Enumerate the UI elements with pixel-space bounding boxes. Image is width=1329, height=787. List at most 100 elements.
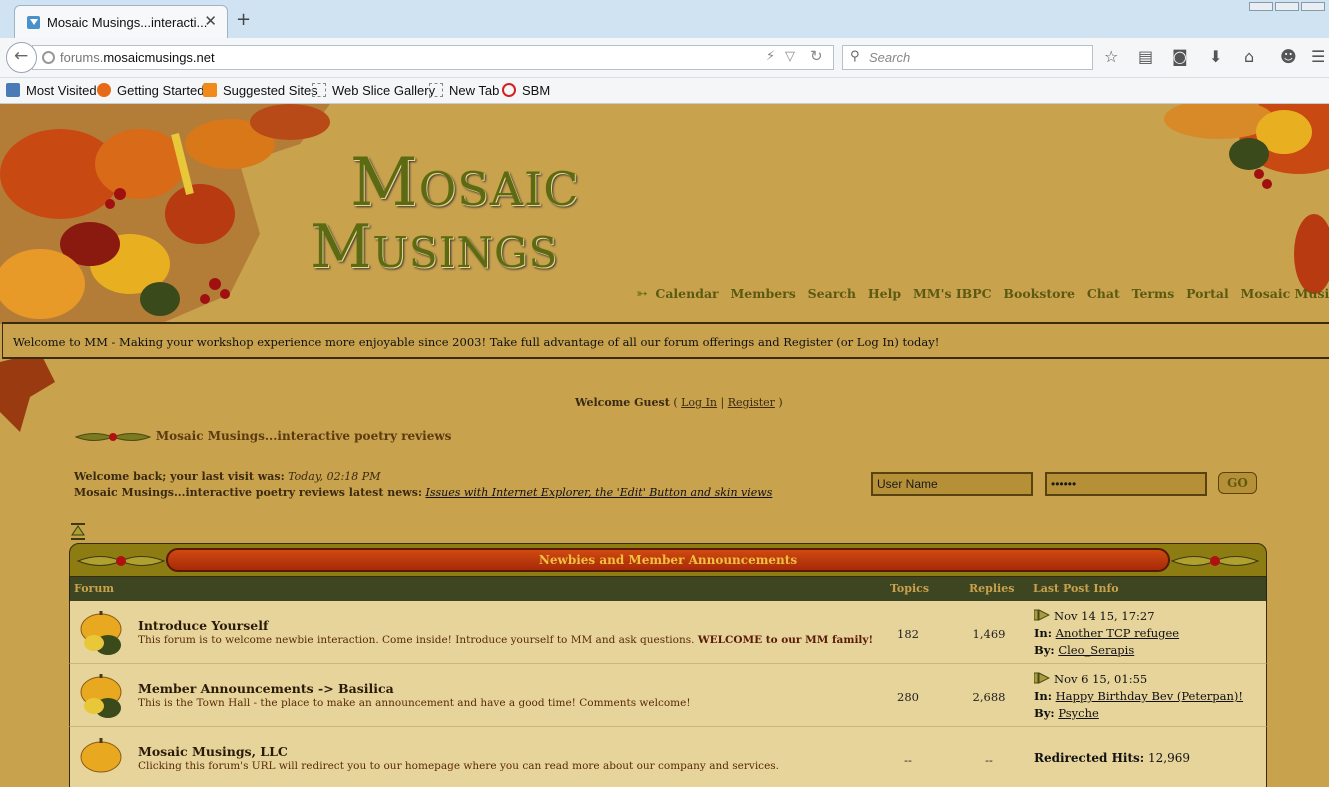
topics-count: 280 — [897, 690, 919, 704]
column-replies: Replies — [969, 582, 1015, 595]
bookmark-sbm[interactable]: SBM — [502, 83, 550, 98]
password-input[interactable]: •••••• — [1045, 472, 1207, 496]
pumpkin-forum-icon — [80, 611, 122, 655]
new-tab-button[interactable]: + — [236, 9, 251, 30]
site-favicon-icon — [27, 16, 40, 29]
forum-title[interactable]: Mosaic Musings, LLC — [138, 744, 288, 759]
last-post-author-link[interactable]: Cleo_Serapis — [1058, 643, 1134, 657]
menu-icon[interactable]: ☰ — [1311, 47, 1325, 66]
nav-search[interactable]: Search — [808, 286, 856, 301]
back-button[interactable] — [6, 42, 37, 73]
bookmark-star-icon[interactable]: ☆ — [1104, 47, 1118, 66]
tab-close-icon[interactable]: ✕ — [204, 12, 217, 30]
firefox-icon — [97, 83, 111, 97]
reload-icon[interactable]: ↻ — [810, 47, 823, 65]
nav-members[interactable]: Members — [730, 286, 795, 301]
guest-welcome: Welcome Guest ( Log In | Register ) — [575, 396, 783, 409]
lightning-icon[interactable]: ⚡ — [766, 49, 775, 64]
replies-count: 2,688 — [972, 690, 1006, 704]
forum-description: This is the Town Hall - the place to mak… — [138, 697, 691, 709]
forum-description: Clicking this forum's URL will redirect … — [138, 760, 780, 772]
forum-description: This forum is to welcome newbie interact… — [138, 634, 874, 646]
replies-count: -- — [985, 753, 993, 767]
new-tab-icon — [429, 83, 443, 97]
minimize-button[interactable] — [1249, 2, 1273, 11]
bookmark-new-tab[interactable]: New Tab — [429, 83, 499, 98]
login-link[interactable]: Log In — [681, 396, 717, 409]
sbm-icon — [502, 83, 516, 97]
login-go-button[interactable]: GO — [1218, 472, 1257, 494]
category-header: Newbies and Member Announcements — [69, 543, 1267, 577]
category-title-bar[interactable]: Newbies and Member Announcements — [166, 548, 1170, 572]
most-visited-icon — [6, 83, 20, 97]
register-link[interactable]: Register — [728, 396, 775, 409]
replies-count: 1,469 — [972, 627, 1006, 641]
search-placeholder: Search — [869, 50, 911, 65]
username-input[interactable]: User Name — [871, 472, 1033, 496]
collapse-toggle-icon[interactable] — [71, 523, 85, 541]
close-window-button[interactable] — [1301, 2, 1325, 11]
hello-chat-icon[interactable]: ☻ — [1280, 47, 1297, 66]
last-post-arrow-icon[interactable] — [1034, 609, 1050, 621]
logo-line-2: Musings — [310, 212, 559, 282]
nav-calendar[interactable]: Calendar — [655, 286, 718, 301]
category-title[interactable]: Newbies and Member Announcements — [168, 550, 1168, 570]
welcome-guest-label: Welcome Guest — [575, 396, 670, 409]
navigation-toolbar: forums.mosaicmusings.net ⚡ ▽ ↻ ⚲ Search … — [0, 38, 1329, 78]
nav-portal[interactable]: Portal — [1186, 286, 1229, 301]
bookmark-most-visited[interactable]: Most Visited — [6, 83, 97, 98]
breadcrumb: Mosaic Musings...interactive poetry revi… — [74, 429, 451, 444]
dropdown-arrow-icon[interactable]: ▽ — [785, 49, 795, 64]
breadcrumb-forum-name[interactable]: Mosaic Musings...interactive poetry revi… — [156, 429, 452, 443]
home-icon[interactable]: ⌂ — [1244, 47, 1254, 66]
last-visit-info: Welcome back; your last visit was: Today… — [74, 470, 773, 499]
last-post-topic-link[interactable]: Happy Birthday Bev (Peterpan)! — [1056, 689, 1243, 703]
url-text[interactable]: forums.mosaicmusings.net — [60, 50, 215, 65]
bookmark-getting-started[interactable]: Getting Started — [97, 83, 204, 98]
last-post-info: Nov 6 15, 01:55 In: Happy Birthday Bev (… — [1034, 672, 1244, 720]
tab-title: Mosaic Musings...interacti... — [47, 15, 208, 30]
ornament-icon — [76, 556, 166, 566]
ornament-icon — [1170, 556, 1260, 566]
forum-title[interactable]: Introduce Yourself — [138, 618, 268, 633]
maximize-button[interactable] — [1275, 2, 1299, 11]
globe-icon — [42, 51, 55, 64]
browser-tab[interactable]: Mosaic Musings...interacti... ✕ — [14, 5, 228, 38]
bookmarks-toolbar: Most Visited Getting Started Suggested S… — [0, 78, 1329, 104]
forum-title[interactable]: Member Announcements -> Basilica — [138, 681, 394, 696]
last-post-arrow-icon[interactable] — [1034, 672, 1050, 684]
nav-chat[interactable]: Chat — [1087, 286, 1120, 301]
pumpkin-forum-icon — [80, 738, 122, 773]
nav-help[interactable]: Help — [868, 286, 901, 301]
news-link[interactable]: Issues with Internet Explorer, the 'Edit… — [426, 486, 773, 499]
search-bar[interactable]: ⚲ Search — [842, 45, 1093, 70]
column-forum: Forum — [74, 582, 114, 595]
column-topics: Topics — [890, 582, 930, 595]
forum-row: Member Announcements -> Basilica This is… — [69, 664, 1267, 727]
tab-strip: Mosaic Musings...interacti... ✕ + — [0, 0, 1329, 38]
last-post-author-link[interactable]: Psyche — [1058, 706, 1098, 720]
nav-mosaic-musings[interactable]: Mosaic Musings — [1241, 286, 1329, 301]
logo-line-1: Mosaic — [350, 144, 580, 221]
forum-page: Mosaic Musings ➳ Calendar Members Search… — [0, 104, 1329, 787]
suggested-sites-icon — [203, 83, 217, 97]
bookmark-web-slice-gallery[interactable]: Web Slice Gallery — [312, 83, 435, 98]
forum-row: Mosaic Musings, LLC Clicking this forum'… — [69, 727, 1267, 787]
swirl-ornament-icon: ➳ — [636, 286, 648, 302]
topics-count: 182 — [897, 627, 919, 641]
bookmark-suggested-sites[interactable]: Suggested Sites — [203, 83, 318, 98]
last-post-topic-link[interactable]: Another TCP refugee — [1056, 626, 1179, 640]
reading-list-icon[interactable]: ▤ — [1138, 47, 1153, 66]
url-bar[interactable]: forums.mosaicmusings.net ⚡ ▽ ↻ — [32, 45, 834, 70]
top-navigation: ➳ Calendar Members Search Help MM's IBPC… — [636, 286, 1329, 302]
nav-mms-ibpc[interactable]: MM's IBPC — [913, 286, 992, 301]
topics-count: -- — [904, 753, 912, 767]
nav-terms[interactable]: Terms — [1132, 286, 1175, 301]
download-icon[interactable]: ⬇ — [1209, 47, 1222, 66]
nav-bookstore[interactable]: Bookstore — [1003, 286, 1075, 301]
pumpkin-forum-icon — [80, 674, 122, 718]
autumn-leaves-image — [1164, 104, 1329, 294]
welcome-banner: Welcome to MM - Making your workshop exp… — [2, 322, 1329, 359]
autumn-leaf-image — [0, 352, 55, 432]
pocket-icon[interactable]: ◙ — [1172, 47, 1188, 66]
